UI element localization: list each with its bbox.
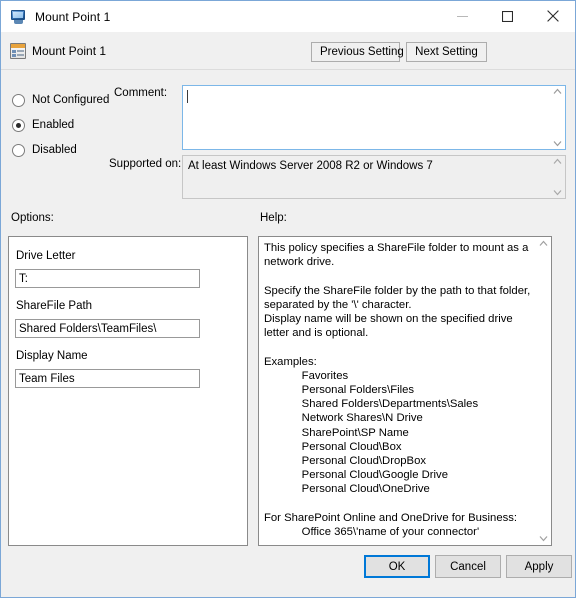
computer-monitor-icon (10, 9, 27, 25)
options-panel: Drive Letter ShareFile Path Display Name (8, 236, 248, 546)
drive-letter-label: Drive Letter (16, 250, 76, 262)
sharefile-path-label: ShareFile Path (16, 300, 93, 312)
radio-disabled-indicator (12, 143, 25, 157)
policy-setting-icon (10, 43, 26, 59)
state-and-comment-area: Not Configured Enabled Disabled Comment:… (1, 70, 575, 205)
maximize-button[interactable] (485, 1, 530, 31)
title-bar: Mount Point 1 (1, 1, 575, 32)
chevron-up-icon (553, 158, 561, 164)
radio-disabled-label: Disabled (32, 144, 77, 156)
drive-letter-input[interactable] (15, 269, 200, 288)
chevron-down-icon (553, 190, 561, 196)
chevron-up-icon (539, 240, 547, 246)
apply-button[interactable]: Apply (506, 555, 572, 578)
comment-textarea[interactable] (182, 85, 566, 150)
supported-on-scrollbar[interactable] (549, 156, 565, 198)
close-button[interactable] (530, 1, 575, 31)
radio-enabled-indicator (12, 118, 25, 132)
supported-on-label: Supported on: (109, 158, 182, 170)
radio-not-configured-indicator (12, 93, 25, 107)
comment-scrollbar[interactable] (549, 86, 565, 149)
display-name-label: Display Name (16, 350, 88, 362)
minimize-button[interactable] (440, 1, 485, 31)
group-policy-setting-dialog: Mount Point 1 Mount Point 1 Previous Set… (0, 0, 576, 598)
dialog-footer: OK Cancel Apply (1, 546, 575, 597)
window-title: Mount Point 1 (35, 9, 111, 24)
radio-disabled[interactable]: Disabled (12, 142, 77, 158)
window-controls (440, 1, 575, 31)
display-name-input[interactable] (15, 369, 200, 388)
cancel-button[interactable]: Cancel (435, 555, 501, 578)
help-text: This policy specifies a ShareFile folder… (264, 242, 531, 539)
supported-on-field: At least Windows Server 2008 R2 or Windo… (182, 155, 566, 199)
minimize-icon (457, 15, 468, 17)
chevron-up-icon (553, 88, 561, 94)
radio-not-configured[interactable]: Not Configured (12, 92, 109, 108)
radio-enabled[interactable]: Enabled (12, 117, 74, 133)
close-icon (546, 10, 559, 22)
next-setting-button[interactable]: Next Setting (406, 42, 487, 62)
text-caret (187, 90, 188, 103)
ok-button[interactable]: OK (364, 555, 430, 578)
radio-not-configured-label: Not Configured (32, 94, 110, 106)
chevron-down-icon (539, 536, 547, 542)
comment-label: Comment: (114, 87, 168, 99)
help-label: Help: (260, 212, 287, 224)
policy-name: Mount Point 1 (32, 44, 107, 58)
help-scrollbar[interactable] (534, 237, 551, 545)
maximize-icon (502, 10, 513, 22)
radio-enabled-label: Enabled (32, 119, 75, 131)
supported-on-value: At least Windows Server 2008 R2 or Windo… (188, 160, 433, 172)
sharefile-path-input[interactable] (15, 319, 200, 338)
previous-setting-button[interactable]: Previous Setting (311, 42, 404, 62)
chevron-down-icon (553, 141, 561, 147)
help-panel: This policy specifies a ShareFile folder… (258, 236, 552, 546)
policy-header: Mount Point 1 Previous Setting Next Sett… (1, 32, 575, 70)
options-label: Options: (11, 212, 54, 224)
